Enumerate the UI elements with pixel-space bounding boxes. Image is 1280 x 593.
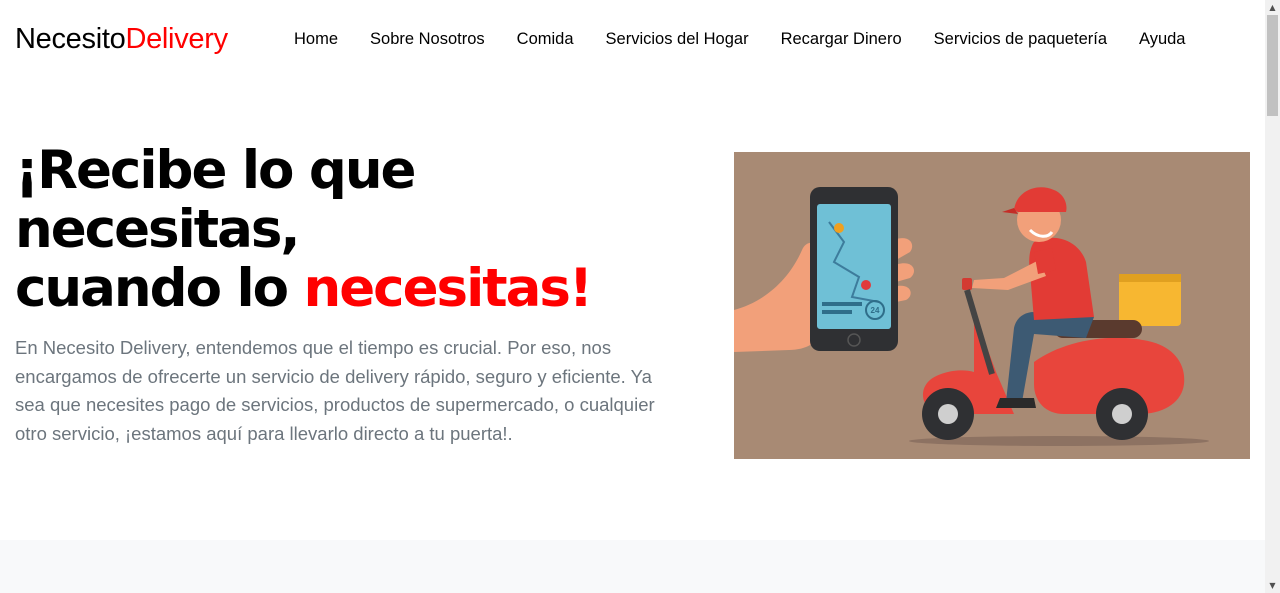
scroll-up-arrow-icon[interactable]: ▲ [1265,0,1280,15]
hero-title: ¡Recibe lo que necesitas, cuando lo nece… [15,140,593,319]
nav-link-paqueteria[interactable]: Servicios de paquetería [918,27,1123,51]
hero-title-accent: necesitas! [303,258,593,319]
hero-delivery-illustration: 24 [734,152,1250,459]
hero-title-line3-prefix: cuando lo [15,258,304,319]
badge-24-label: 24 [871,306,880,315]
navbar: NecesitoDelivery Home Sobre Nosotros Com… [0,0,1265,78]
vertical-scrollbar[interactable]: ▲ ▼ [1265,0,1280,593]
nav-menu: Home Sobre Nosotros Comida Servicios del… [278,27,1202,51]
nav-link-recargar-dinero[interactable]: Recargar Dinero [765,27,918,51]
nav-link-comida[interactable]: Comida [501,27,590,51]
delivery-scooter-illustration: 24 [734,152,1250,459]
hero-title-line1: ¡Recibe lo que [15,140,417,201]
main-content: NecesitoDelivery Home Sobre Nosotros Com… [0,0,1265,593]
hero-title-line3: cuando lo necesitas! [15,258,593,319]
brand-name-part2: Delivery [125,23,228,55]
brand-name-part1: Necesito [15,23,126,55]
hero-description: En Necesito Delivery, entendemos que el … [15,337,655,444]
nav-link-sobre-nosotros[interactable]: Sobre Nosotros [354,27,501,51]
nav-link-ayuda[interactable]: Ayuda [1123,27,1202,51]
nav-link-servicios-hogar[interactable]: Servicios del Hogar [590,27,765,51]
next-section-background [0,540,1265,593]
page: NecesitoDelivery Home Sobre Nosotros Com… [0,0,1280,593]
brand-logo[interactable]: NecesitoDelivery [15,20,228,58]
scrollbar-thumb[interactable] [1267,15,1278,116]
scroll-down-arrow-icon[interactable]: ▼ [1265,578,1280,593]
nav-link-home[interactable]: Home [278,27,354,51]
hero-title-line2: necesitas, [15,199,301,260]
